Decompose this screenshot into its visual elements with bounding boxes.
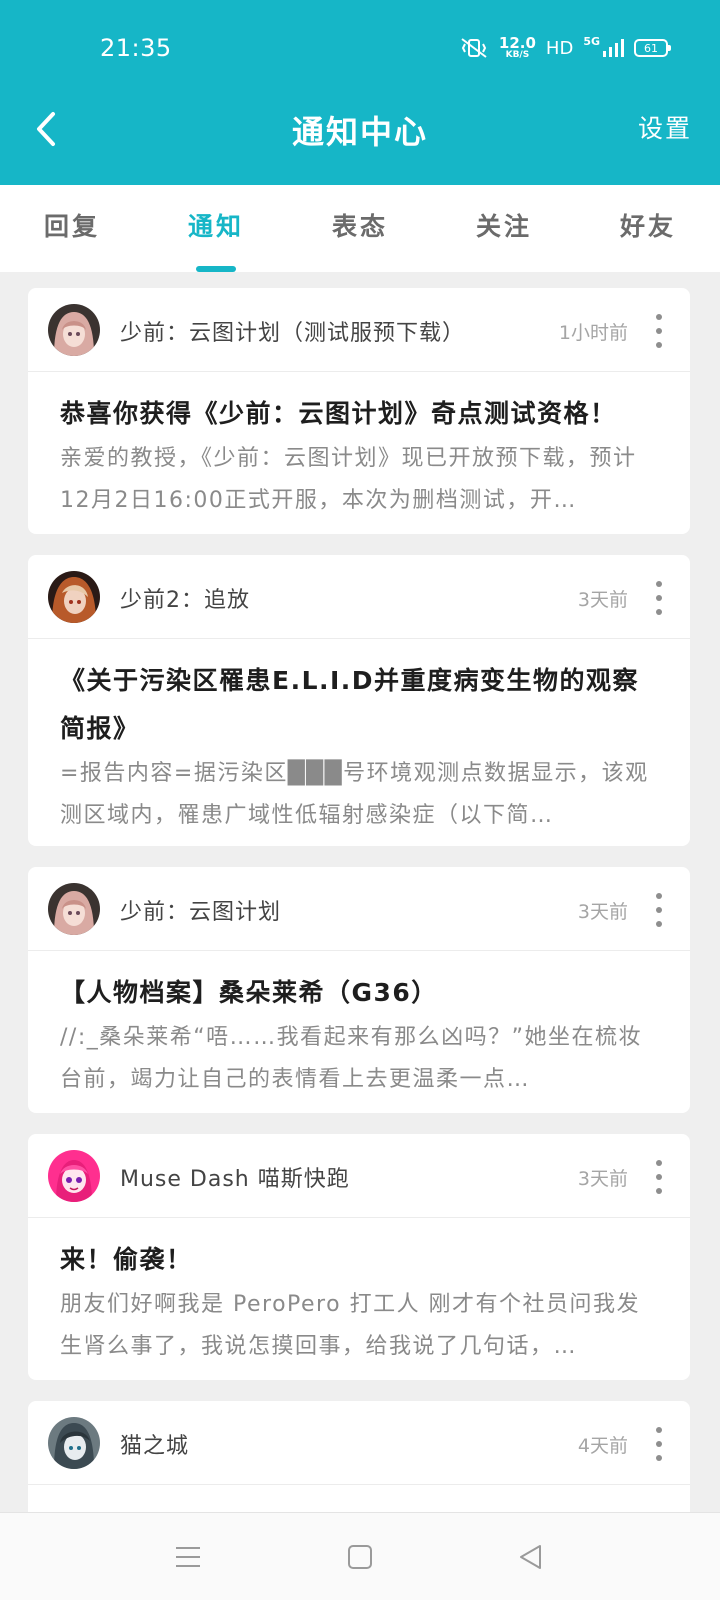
post-excerpt: //:_桑朵莱希“唔……我看起来有那么凶吗？”她坐在梳妆台前，竭力让自己的表情看… <box>60 1025 643 1092</box>
post-excerpt: =报告内容=据污染区███号环境观测点数据显示，该观测区域内，罹患广域性低辐射感… <box>60 761 649 828</box>
card-header: 少前：云图计划 3天前 <box>28 867 690 951</box>
recent-apps-button[interactable] <box>170 1539 206 1575</box>
system-back-button[interactable] <box>512 1539 548 1575</box>
card-header: 少前2：追放 3天前 <box>28 555 690 639</box>
hd-indicator: HD <box>545 37 574 59</box>
source-name[interactable]: 少前2：追放 <box>120 582 250 614</box>
avatar[interactable] <box>48 1417 100 1469</box>
page-title: 通知中心 <box>291 113 428 151</box>
tab-reactions[interactable]: 表态 <box>288 207 432 243</box>
network-speed: 12.0 KB/S <box>499 36 536 60</box>
timestamp: 1小时前 <box>558 322 628 344</box>
more-options-icon[interactable] <box>650 314 668 348</box>
more-options-icon[interactable] <box>650 1160 668 1194</box>
more-options-icon[interactable] <box>650 581 668 615</box>
card-header: 少前：云图计划（测试服预下载） 1小时前 <box>28 288 690 372</box>
timestamp: 3天前 <box>577 901 628 923</box>
status-bar: 21:35 12.0 KB/S HD 5G 61 <box>0 0 720 95</box>
post-title[interactable]: 恭喜你获得《少前：云图计划》奇点测试资格！ <box>60 390 658 438</box>
card-body: 来！偷袭！ 朋友们好啊我是 PeroPero 打工人 刚才有个社员问我发生肾么事… <box>28 1218 690 1368</box>
notification-card[interactable]: 少前2：追放 3天前 《关于污染区罹患E.L.I.D并重度病变生物的观察简报》 … <box>28 555 690 846</box>
triangle-back-icon <box>520 1545 541 1569</box>
card-header: 猫之城 4天前 <box>28 1401 690 1485</box>
more-options-icon[interactable] <box>650 1427 668 1461</box>
network-type: 5G <box>583 34 600 48</box>
title-bar: 通知中心 设置 <box>0 95 720 165</box>
square-icon <box>348 1545 372 1569</box>
status-icons: 12.0 KB/S HD 5G 61 <box>459 30 671 66</box>
network-speed-unit: KB/S <box>505 50 530 60</box>
avatar[interactable] <box>48 883 100 935</box>
timestamp: 4天前 <box>577 1435 628 1457</box>
mute-vibrate-icon <box>459 37 489 59</box>
app-header: 21:35 12.0 KB/S HD 5G 61 通知中心 设置 <box>0 0 720 185</box>
post-excerpt: 朋友们好啊我是 PeroPero 打工人 刚才有个社员问我发生肾么事了，我说怎摸… <box>60 1292 641 1359</box>
status-time: 21:35 <box>100 34 172 62</box>
avatar[interactable] <box>48 571 100 623</box>
active-tab-indicator <box>196 266 236 272</box>
post-title[interactable]: 【人物档案】桑朵莱希（G36） <box>60 969 658 1017</box>
menu-icon <box>176 1547 200 1567</box>
avatar[interactable] <box>48 304 100 356</box>
avatar[interactable] <box>48 1150 100 1202</box>
timestamp: 3天前 <box>577 589 628 611</box>
card-header: Muse Dash 喵斯快跑 3天前 <box>28 1134 690 1218</box>
tab-follows[interactable]: 关注 <box>432 207 576 243</box>
battery-icon: 61 <box>634 39 671 57</box>
source-name[interactable]: 猫之城 <box>120 1428 189 1460</box>
home-button[interactable] <box>342 1539 378 1575</box>
post-title[interactable]: 来！偷袭！ <box>60 1236 658 1284</box>
settings-button[interactable]: 设置 <box>638 109 692 145</box>
notification-card[interactable]: 少前：云图计划 3天前 【人物档案】桑朵莱希（G36） //:_桑朵莱希“唔……… <box>28 867 690 1113</box>
tab-bar: 回复 通知 表态 关注 好友 <box>0 185 720 272</box>
system-nav-bar <box>0 1512 720 1600</box>
card-body: 恭喜你获得《少前：云图计划》奇点测试资格！ 亲爱的教授，《少前：云图计划》现已开… <box>28 372 690 522</box>
timestamp: 3天前 <box>577 1168 628 1190</box>
source-name[interactable]: 少前：云图计划 <box>120 894 281 926</box>
network-speed-value: 12.0 <box>498 34 536 52</box>
source-name[interactable]: 少前：云图计划（测试服预下载） <box>120 315 465 347</box>
signal-icon <box>602 38 624 58</box>
card-body: 《关于污染区罹患E.L.I.D并重度病变生物的观察简报》 =报告内容=据污染区█… <box>28 639 690 837</box>
notification-card[interactable]: 少前：云图计划（测试服预下载） 1小时前 恭喜你获得《少前：云图计划》奇点测试资… <box>28 288 690 534</box>
battery-level: 61 <box>644 41 658 55</box>
tab-friends[interactable]: 好友 <box>576 207 720 243</box>
source-name[interactable]: Muse Dash 喵斯快跑 <box>120 1161 350 1193</box>
card-body: 【人物档案】桑朵莱希（G36） //:_桑朵莱希“唔……我看起来有那么凶吗？”她… <box>28 951 690 1101</box>
post-excerpt: 亲爱的教授，《少前：云图计划》现已开放预下载，预计12月2日16:00正式开服，… <box>60 446 637 513</box>
notification-card[interactable]: Muse Dash 喵斯快跑 3天前 来！偷袭！ 朋友们好啊我是 PeroPer… <box>28 1134 690 1380</box>
post-title[interactable]: 《关于污染区罹患E.L.I.D并重度病变生物的观察简报》 <box>60 657 658 753</box>
tab-notifications[interactable]: 通知 <box>144 207 288 243</box>
more-options-icon[interactable] <box>650 893 668 927</box>
tab-replies[interactable]: 回复 <box>0 207 144 243</box>
